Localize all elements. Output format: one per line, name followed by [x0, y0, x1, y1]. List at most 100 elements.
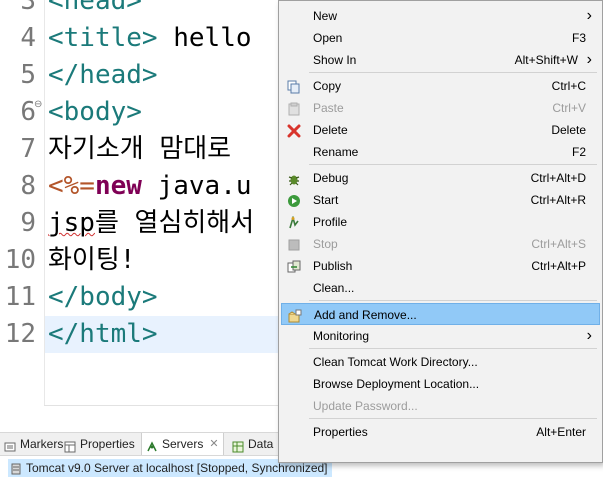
menu-item-shortcut: Ctrl+Alt+P — [531, 259, 586, 273]
close-icon[interactable]: ✕ — [209, 433, 218, 455]
menu-copy[interactable]: Copy Ctrl+C — [281, 75, 600, 97]
menu-item-label: Publish — [313, 259, 353, 273]
code-token: </head> — [48, 60, 158, 90]
menu-item-label: Update Password... — [313, 399, 418, 413]
menu-item-label: Copy — [313, 79, 342, 93]
menu-clean-tomcat-work-directory[interactable]: Clean Tomcat Work Directory... — [281, 351, 600, 373]
menu-item-label: Properties — [313, 425, 368, 439]
line-number: 10 — [4, 245, 36, 275]
delete-icon — [287, 123, 301, 138]
submenu-arrow-icon: › — [586, 7, 592, 24]
menu-stop: Stop Ctrl+Alt+S — [281, 233, 600, 255]
menu-item-label: Delete — [313, 123, 348, 137]
line-number: 9 — [20, 208, 36, 238]
code-token: java.u — [141, 171, 252, 201]
menu-item-shortcut: Ctrl+C — [551, 79, 586, 93]
code-token: 화이팅! — [48, 245, 136, 275]
code-token: <head> — [48, 0, 142, 16]
tab-label: Markers — [20, 437, 64, 451]
line-number: 12 — [4, 319, 36, 349]
menu-item-shortcut: F2 — [571, 145, 586, 159]
menu-item-label: Start — [313, 193, 339, 207]
menu-add-and-remove[interactable]: Add and Remove... — [281, 303, 600, 325]
line-number: 4 — [20, 23, 36, 53]
menu-profile[interactable]: Profile — [281, 211, 600, 233]
code-text: <title> hello — [48, 20, 252, 57]
copy-icon — [287, 79, 301, 94]
code-text: <body> — [48, 94, 142, 131]
menu-item-label: Monitoring — [313, 329, 370, 343]
submenu-arrow-icon: › — [586, 51, 592, 68]
context-menu: New › Open F3 Show In Alt+Shift+W › Copy Ctrl+C P… — [278, 0, 603, 463]
tab-properties[interactable]: Properties — [64, 433, 135, 455]
menu-item-shortcut: Ctrl+Alt+S — [531, 237, 586, 251]
add-remove-icon — [288, 308, 302, 323]
menu-show-in[interactable]: Show In Alt+Shift+W › — [281, 49, 600, 71]
code-token: </body> — [48, 282, 158, 312]
code-token: <body> — [48, 97, 142, 127]
menu-item-shortcut: Alt+Enter — [536, 425, 586, 439]
menu-debug[interactable]: Debug Ctrl+Alt+D — [281, 167, 600, 189]
properties-icon — [64, 438, 76, 453]
menu-paste: Paste Ctrl+V — [281, 97, 600, 119]
menu-separator — [309, 418, 597, 419]
menu-item-label: Profile — [313, 215, 348, 229]
code-token: hello — [157, 23, 252, 53]
menu-properties[interactable]: Properties Alt+Enter — [281, 421, 600, 443]
menu-item-label: Stop — [313, 237, 338, 251]
tab-label: Properties — [80, 437, 135, 451]
menu-rename[interactable]: Rename F2 — [281, 141, 600, 163]
code-text: 자기소개 맘대로 — [48, 131, 231, 168]
menu-item-label: Clean... — [313, 281, 355, 295]
menu-delete[interactable]: Delete Delete — [281, 119, 600, 141]
tab-markers[interactable]: Markers — [4, 433, 63, 455]
fold-toggle-icon[interactable]: ⊖ — [34, 99, 42, 110]
menu-open[interactable]: Open F3 — [281, 27, 600, 49]
menu-new[interactable]: New › — [281, 5, 600, 27]
tab-label: Servers — [162, 437, 204, 451]
code-token: <title> — [48, 23, 158, 53]
menu-item-shortcut: F3 — [571, 31, 586, 45]
menu-item-shortcut: Ctrl+Alt+R — [530, 193, 586, 207]
submenu-arrow-icon: › — [586, 327, 592, 344]
tab-servers[interactable]: Servers ✕ — [141, 433, 224, 455]
tab-data[interactable]: Data — [232, 433, 273, 455]
menu-item-label: Add and Remove... — [314, 308, 417, 322]
debug-icon — [287, 171, 301, 186]
code-text: 화이팅! — [48, 242, 135, 279]
line-number: 8 — [20, 171, 36, 201]
code-token: 자기소개 맘대로 — [48, 134, 232, 164]
menu-item-label: Show In — [313, 53, 357, 67]
menu-item-label: Open — [313, 31, 343, 45]
menu-item-label: Paste — [313, 101, 344, 115]
code-token: new — [94, 171, 142, 201]
data-icon — [232, 438, 244, 453]
menu-start[interactable]: Start Ctrl+Alt+R — [281, 189, 600, 211]
markers-icon — [4, 438, 16, 452]
menu-clean[interactable]: Clean... — [281, 277, 600, 299]
menu-separator — [309, 300, 597, 301]
menu-monitoring[interactable]: Monitoring › — [281, 325, 600, 347]
line-number: 6 — [20, 97, 36, 127]
code-token: 를 열심히해서 — [94, 208, 270, 238]
menu-publish[interactable]: Publish Ctrl+Alt+P — [281, 255, 600, 277]
menu-item-shortcut: Ctrl+V — [552, 101, 586, 115]
code-text: </head> — [48, 57, 158, 94]
line-number: 5 — [20, 60, 36, 90]
paste-icon — [287, 101, 301, 116]
menu-separator — [309, 164, 597, 165]
server-icon — [10, 462, 22, 475]
code-token: <%= — [48, 171, 95, 201]
code-token: jsp — [48, 208, 95, 238]
menu-browse-deployment-location[interactable]: Browse Deployment Location... — [281, 373, 600, 395]
menu-item-label: New — [313, 9, 338, 23]
start-icon — [287, 193, 301, 207]
menu-item-label: Debug — [313, 171, 349, 185]
code-token: </html> — [48, 319, 158, 349]
publish-icon — [287, 259, 301, 273]
line-number: 11 — [4, 282, 36, 312]
menu-item-label: Clean Tomcat Work Directory... — [313, 355, 478, 369]
code-text: </html> — [48, 316, 158, 353]
code-text: jsp를 열심히해서 — [48, 205, 270, 242]
menu-item-label: Rename — [313, 145, 359, 159]
